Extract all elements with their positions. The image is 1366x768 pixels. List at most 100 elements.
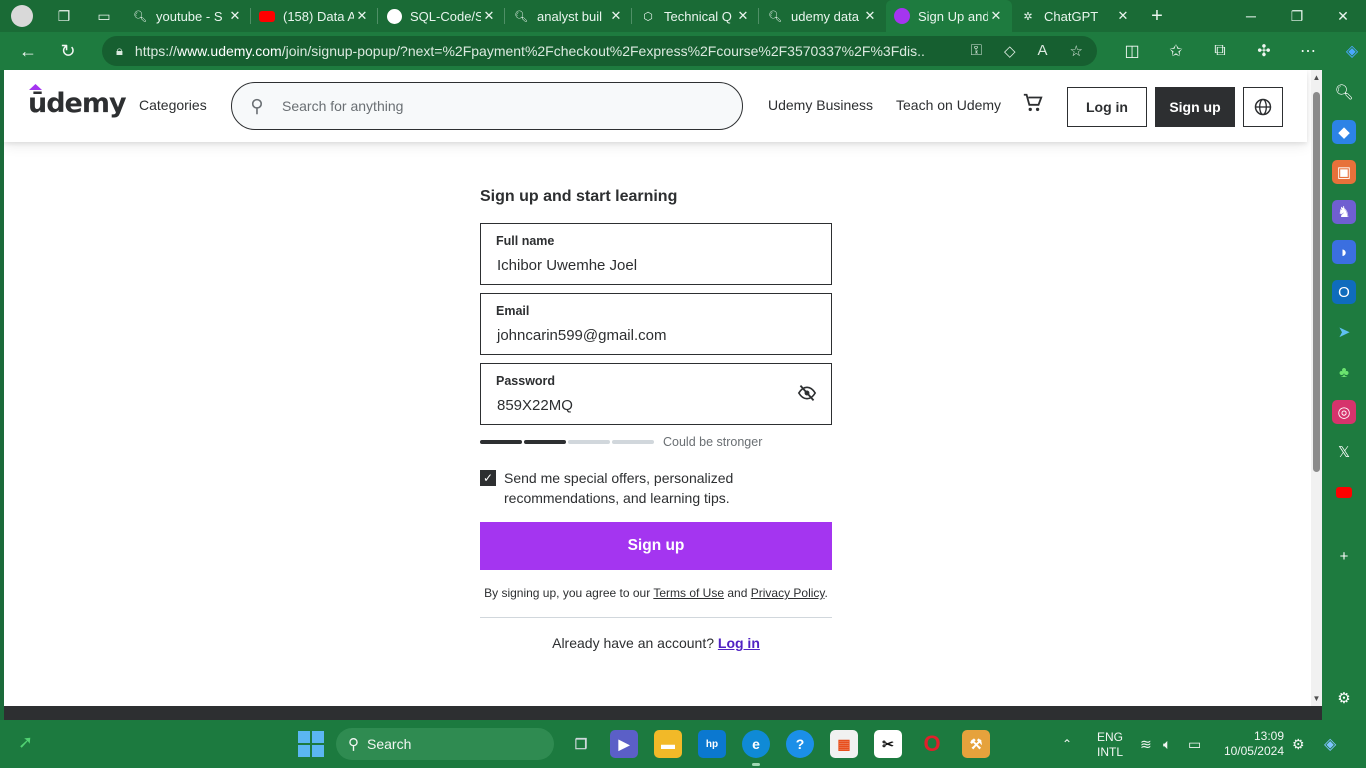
hp-app-icon[interactable]: hp xyxy=(698,730,726,758)
sidebar-telegram-icon[interactable]: ➤ xyxy=(1332,320,1356,344)
sidebar-office-icon[interactable]: ◗ xyxy=(1332,240,1356,264)
start-button[interactable] xyxy=(298,731,324,757)
scroll-up-icon[interactable]: ▲ xyxy=(1311,73,1322,82)
collections-icon[interactable]: ⧉ xyxy=(1198,42,1242,60)
tab-actions-button[interactable]: ▭ xyxy=(84,0,124,32)
store-icon[interactable]: ▦ xyxy=(830,730,858,758)
taskbar-search[interactable]: ⚲ Search xyxy=(336,728,554,760)
key-icon[interactable]: ⚿ xyxy=(971,42,982,60)
tools-app-icon[interactable]: ⚒ xyxy=(962,730,990,758)
tab-chatgpt[interactable]: ✲ ChatGPT ✕ xyxy=(1012,0,1139,32)
sidebar-add-icon[interactable]: + xyxy=(1332,544,1356,568)
privacy-policy-link[interactable]: Privacy Policy xyxy=(751,586,825,600)
wifi-icon[interactable]: ≋ xyxy=(1140,720,1152,768)
close-icon[interactable]: ✕ xyxy=(354,8,370,24)
favorite-star-icon[interactable]: ☆ xyxy=(1070,42,1083,60)
header-signup-button[interactable]: Sign up xyxy=(1155,87,1235,127)
tab-analyst-search[interactable]: 🔍︎ analyst buil ✕ xyxy=(505,0,632,32)
workspaces-button[interactable]: ❐ xyxy=(44,0,84,32)
teams-icon[interactable]: ▶ xyxy=(610,730,638,758)
opera-icon[interactable]: O xyxy=(918,730,946,758)
already-text: Already have an account? xyxy=(552,635,714,651)
email-field[interactable]: Email johncarin599@gmail.com xyxy=(480,293,832,355)
sidebar-tree-icon[interactable]: ♣ xyxy=(1332,360,1356,384)
battery-icon[interactable]: ▭ xyxy=(1188,720,1201,768)
password-field[interactable]: Password 859X22MQ xyxy=(480,363,832,425)
input-language[interactable]: ENG INTL xyxy=(1097,730,1123,760)
close-icon[interactable]: ✕ xyxy=(227,8,243,24)
header-login-button[interactable]: Log in xyxy=(1067,87,1147,127)
file-explorer-icon[interactable]: ▬ xyxy=(654,730,682,758)
close-icon[interactable]: ✕ xyxy=(481,8,497,24)
sidebar-settings-icon[interactable]: ⚙ xyxy=(1332,686,1356,710)
extensions-icon[interactable]: ✣ xyxy=(1242,41,1286,61)
more-menu-icon[interactable]: ⋯ xyxy=(1286,41,1330,61)
volume-icon[interactable]: 🔈︎ xyxy=(1163,720,1171,768)
search-input[interactable] xyxy=(282,98,722,114)
close-icon[interactable]: ✕ xyxy=(988,8,1004,24)
offers-checkbox[interactable]: ✓ xyxy=(480,470,496,486)
cart-icon[interactable] xyxy=(1022,92,1046,116)
fullname-field[interactable]: Full name Ichibor Uwemhe Joel xyxy=(480,223,832,285)
read-aloud-icon[interactable]: A xyxy=(1038,42,1048,60)
task-view-icon[interactable]: ❐ xyxy=(567,730,595,758)
sidebar-tools-icon[interactable]: ▣ xyxy=(1332,160,1356,184)
profile-avatar[interactable] xyxy=(0,0,44,32)
search-icon: 🔍︎ xyxy=(768,10,782,23)
refresh-button[interactable]: ↻ xyxy=(48,32,88,70)
notification-icon[interactable]: ⚙ xyxy=(1292,720,1305,768)
page-scrollbar[interactable]: ▲ ▼ xyxy=(1311,70,1322,706)
favorites-icon[interactable]: ✩ xyxy=(1154,41,1198,61)
tab-udemy-search[interactable]: 🔍︎ udemy data ✕ xyxy=(759,0,886,32)
close-window-icon[interactable]: ✕ xyxy=(1320,8,1366,25)
address-bar[interactable]: 🔒︎ https://www.udemy.com/join/signup-pop… xyxy=(102,36,1097,66)
sidebar-x-icon[interactable]: 𝕏 xyxy=(1332,440,1356,464)
tray-overflow-icon[interactable]: ⌃ xyxy=(1062,720,1072,768)
close-icon[interactable]: ✕ xyxy=(1115,8,1131,24)
capcut-icon[interactable]: ✂ xyxy=(874,730,902,758)
language-globe-icon[interactable] xyxy=(1243,87,1283,127)
back-button[interactable]: ← xyxy=(8,32,48,70)
categories-menu[interactable]: Categories xyxy=(139,97,207,113)
copilot-icon[interactable]: ◈ xyxy=(1330,41,1366,61)
tab-technical[interactable]: ⬡ Technical Q ✕ xyxy=(632,0,759,32)
sidebar-outlook-icon[interactable]: O xyxy=(1332,280,1356,304)
coupon-icon[interactable]: ◇ xyxy=(1004,42,1016,60)
help-icon[interactable]: ? xyxy=(786,730,814,758)
system-clock[interactable]: 13:09 10/05/2024 xyxy=(1220,729,1284,759)
tab-udemy-signup[interactable]: Sign Up and ✕ xyxy=(886,0,1012,32)
restore-icon[interactable]: ❐ xyxy=(1274,8,1320,25)
udemy-business-link[interactable]: Udemy Business xyxy=(768,97,873,113)
terms-of-use-link[interactable]: Terms of Use xyxy=(653,586,724,600)
tab-youtube-search[interactable]: 🔍︎ youtube - S ✕ xyxy=(124,0,251,32)
split-screen-icon[interactable]: ◫ xyxy=(1110,41,1154,61)
sidebar-shopping-icon[interactable]: ◆ xyxy=(1332,120,1356,144)
windows-logo-tile xyxy=(312,731,324,743)
close-icon[interactable]: ✕ xyxy=(608,8,624,24)
teach-link[interactable]: Teach on Udemy xyxy=(896,97,1001,113)
tab-github[interactable]: SQL-Code/S ✕ xyxy=(378,0,505,32)
udemy-header: ūdemy Categories ⚲ Udemy Business Teach … xyxy=(4,70,1307,142)
signup-submit-button[interactable]: Sign up xyxy=(480,522,832,570)
scrollbar-thumb[interactable] xyxy=(1313,92,1320,472)
sidebar-instagram-icon[interactable]: ◎ xyxy=(1332,400,1356,424)
search-icon[interactable]: ⚲ xyxy=(232,96,282,117)
sidebar-games-icon[interactable]: ♞ xyxy=(1332,200,1356,224)
chatgpt-icon: ✲ xyxy=(1023,10,1033,23)
close-icon[interactable]: ✕ xyxy=(862,8,878,24)
minimize-icon[interactable]: ─ xyxy=(1228,8,1274,25)
new-tab-button[interactable]: + xyxy=(1139,5,1175,28)
edge-browser-icon[interactable]: e xyxy=(742,730,770,766)
udemy-logo[interactable]: ūdemy xyxy=(28,84,127,119)
tab-label: youtube - S xyxy=(156,8,223,24)
copilot-taskbar-icon[interactable]: ◈ xyxy=(1324,720,1336,768)
tab-youtube[interactable]: (158) Data A ✕ xyxy=(251,0,378,32)
close-icon[interactable]: ✕ xyxy=(735,8,751,24)
widgets-icon[interactable]: ➚ xyxy=(18,732,46,756)
login-link[interactable]: Log in xyxy=(718,635,760,651)
tab-label: udemy data xyxy=(791,8,859,24)
hide-password-icon[interactable] xyxy=(797,384,817,407)
sidebar-youtube-icon[interactable] xyxy=(1332,480,1356,504)
sidebar-search-icon[interactable]: 🔍︎ xyxy=(1332,80,1356,104)
scroll-down-icon[interactable]: ▼ xyxy=(1311,694,1322,703)
